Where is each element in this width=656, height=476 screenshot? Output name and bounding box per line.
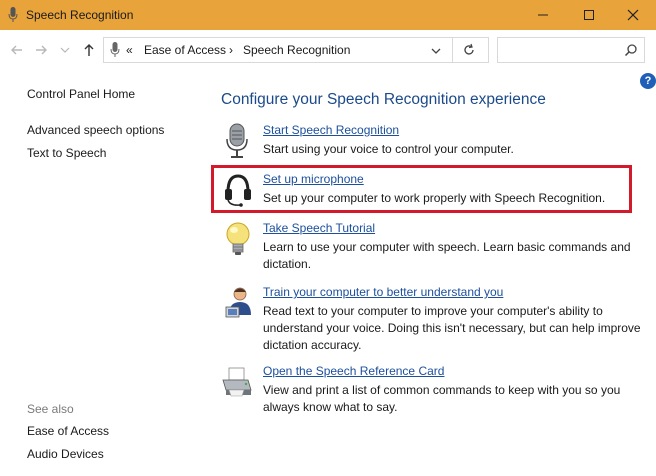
maximize-icon <box>584 10 594 20</box>
start-speech-recognition-link[interactable]: Start Speech Recognition <box>263 123 399 137</box>
back-button[interactable] <box>8 40 26 60</box>
see-also-ease-of-access[interactable]: Ease of Access <box>27 424 109 438</box>
address-divider <box>452 38 453 62</box>
close-icon <box>627 9 639 21</box>
task-speech-reference-card: Open the Speech Reference Card View and … <box>222 364 642 416</box>
microphone-icon <box>110 42 120 57</box>
minimize-icon <box>538 14 548 16</box>
breadcrumb-overflow[interactable]: « <box>126 43 133 57</box>
task-train-computer: Train your computer to better understand… <box>222 285 642 355</box>
arrow-up-icon <box>84 44 94 56</box>
refresh-icon <box>464 43 474 55</box>
printer-icon <box>222 367 252 397</box>
highlight-box <box>211 165 632 213</box>
take-speech-tutorial-link[interactable]: Take Speech Tutorial <box>263 221 375 235</box>
arrow-left-icon <box>11 45 22 55</box>
train-computer-link[interactable]: Train your computer to better understand… <box>263 285 503 299</box>
forward-button[interactable] <box>32 40 50 60</box>
see-also-audio-devices[interactable]: Audio Devices <box>27 447 104 461</box>
task-description: View and print a list of common commands… <box>263 383 621 414</box>
maximize-button[interactable] <box>566 0 612 30</box>
task-take-speech-tutorial: Take Speech Tutorial Learn to use your c… <box>222 221 642 273</box>
speech-reference-card-link[interactable]: Open the Speech Reference Card <box>263 364 444 378</box>
refresh-button[interactable] <box>462 43 476 62</box>
search-icon <box>624 44 637 57</box>
minimize-button[interactable] <box>520 0 566 30</box>
recent-locations-button[interactable] <box>56 40 74 60</box>
chevron-down-icon <box>60 47 70 53</box>
user-icon <box>225 287 251 318</box>
see-also-label: See also <box>27 402 74 416</box>
window-title: Speech Recognition <box>26 8 134 22</box>
address-bar[interactable]: « Ease of Access › Speech Recognition <box>103 37 489 63</box>
arrow-right-icon <box>36 45 47 55</box>
search-input[interactable] <box>497 37 645 63</box>
task-start-speech-recognition: Start Speech Recognition Start using you… <box>222 123 642 161</box>
breadcrumb-separator[interactable]: › <box>229 43 233 57</box>
sidebar-control-panel-home[interactable]: Control Panel Home <box>27 87 135 101</box>
microphone-icon <box>8 7 18 22</box>
page-title: Configure your Speech Recognition experi… <box>221 91 546 108</box>
address-dropdown-button[interactable] <box>430 44 442 62</box>
task-description: Read text to your computer to improve yo… <box>263 304 641 352</box>
breadcrumb-ease-of-access[interactable]: Ease of Access <box>144 43 226 57</box>
chevron-down-icon <box>431 48 441 54</box>
lightbulb-icon <box>226 222 250 255</box>
task-description: Learn to use your computer with speech. … <box>263 240 631 271</box>
close-button[interactable] <box>610 0 656 30</box>
sidebar-advanced-speech-options[interactable]: Advanced speech options <box>27 123 164 137</box>
up-button[interactable] <box>80 40 98 60</box>
task-description: Start using your voice to control your c… <box>263 142 514 156</box>
microphone-icon <box>226 123 248 158</box>
title-bar: Speech Recognition <box>0 0 656 30</box>
breadcrumb-speech-recognition[interactable]: Speech Recognition <box>243 43 350 57</box>
sidebar-text-to-speech[interactable]: Text to Speech <box>27 146 106 160</box>
help-button[interactable]: ? <box>640 73 656 89</box>
